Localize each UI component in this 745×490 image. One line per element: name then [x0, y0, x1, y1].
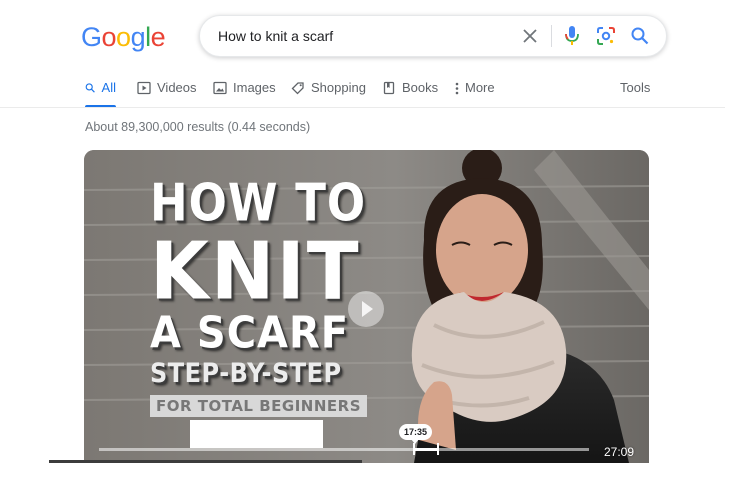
video-progress-bar[interactable] — [99, 448, 589, 451]
tag-icon — [291, 82, 304, 95]
tab-more[interactable]: More — [454, 80, 495, 108]
thumbnail-title-line: A SCARF — [150, 308, 350, 359]
tab-images[interactable]: Images — [213, 80, 276, 108]
logo-letter: G — [81, 22, 102, 52]
logo-letter: g — [130, 22, 146, 52]
tab-label: Shopping — [311, 80, 366, 95]
search-icon — [85, 83, 95, 93]
scroll-indicator — [49, 460, 362, 463]
key-moment-time[interactable]: 17:35 — [399, 424, 433, 444]
video-result[interactable]: HOW TO KNIT A SCARF STEP-BY-STEP FOR TOT… — [84, 150, 649, 463]
tab-videos[interactable]: Videos — [137, 80, 197, 108]
tab-shopping[interactable]: Shopping — [291, 80, 366, 108]
tab-label: Books — [402, 80, 439, 95]
video-icon — [137, 81, 151, 95]
tab-label: Videos — [157, 80, 197, 95]
logo-letter: o — [116, 22, 131, 52]
search-input[interactable]: How to knit a scarf — [218, 28, 333, 44]
key-moment-segment — [415, 448, 437, 451]
search-box[interactable]: How to knit a scarf — [199, 15, 667, 57]
key-moment-end-marker — [437, 443, 439, 455]
tab-all[interactable]: All — [85, 80, 116, 108]
video-duration: 27:09 — [604, 445, 635, 459]
tab-label: Images — [233, 80, 276, 95]
thumbnail-subtitle-banner: FOR TOTAL BEGINNERS — [150, 395, 367, 417]
redaction-box — [190, 420, 323, 448]
result-stats: About 89,300,000 results (0.44 seconds) — [85, 120, 311, 134]
tab-label: All — [101, 80, 116, 95]
key-moment-start-marker — [413, 443, 415, 455]
book-icon — [383, 81, 395, 95]
logo-letter: e — [150, 22, 166, 52]
play-button[interactable] — [348, 291, 384, 327]
more-vert-icon — [455, 82, 459, 95]
thumbnail-title-line: KNIT — [150, 224, 361, 318]
microphone-icon[interactable] — [562, 25, 582, 47]
play-icon — [362, 301, 373, 317]
search-icon[interactable] — [630, 26, 650, 46]
tabs-divider — [0, 107, 725, 108]
tab-books[interactable]: Books — [382, 80, 438, 108]
thumbnail-title-line: STEP-BY-STEP — [150, 358, 342, 389]
search-divider — [551, 25, 552, 47]
lens-icon[interactable] — [596, 26, 616, 46]
image-icon — [213, 81, 227, 95]
clear-icon[interactable] — [520, 26, 540, 46]
tab-label: More — [465, 80, 495, 95]
tools-button[interactable]: Tools — [620, 80, 650, 95]
logo-letter: o — [101, 22, 117, 52]
google-logo[interactable]: Google — [81, 21, 166, 53]
